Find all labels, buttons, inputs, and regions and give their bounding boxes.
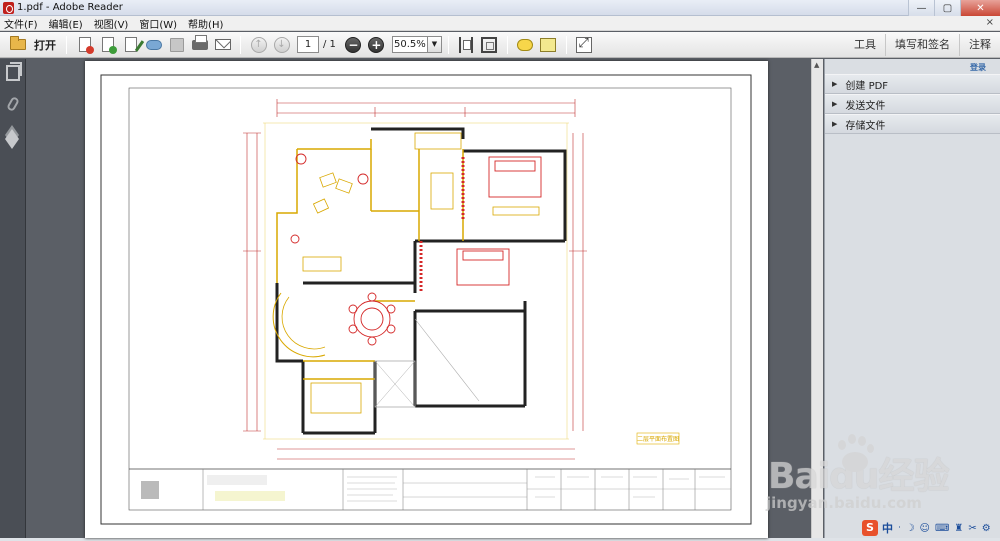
- window-controls: — ▢ ✕: [908, 0, 1000, 16]
- panel-store-file[interactable]: ▶ 存储文件: [825, 114, 1000, 134]
- maximize-button[interactable]: ▢: [934, 0, 960, 16]
- fit-width-button[interactable]: [457, 36, 475, 54]
- plus-icon: +: [368, 36, 385, 53]
- cloud-upload-icon: [145, 39, 162, 50]
- menu-close-document-button[interactable]: ×: [986, 17, 994, 28]
- zoom-in-button[interactable]: +: [367, 36, 385, 54]
- pdf-page: 二层平面布置图: [85, 61, 768, 538]
- panel-item-label: 存储文件: [845, 120, 886, 132]
- full-screen-button[interactable]: [575, 36, 593, 54]
- zoom-out-button[interactable]: −: [344, 36, 362, 54]
- open-button[interactable]: 打开: [6, 34, 60, 56]
- adobe-reader-icon: [3, 2, 14, 14]
- page-total: / 1: [323, 39, 336, 50]
- email-button[interactable]: [214, 36, 232, 54]
- floor-plan-drawing: 二层平面布置图: [100, 74, 752, 525]
- toolbar-separator: [565, 35, 567, 54]
- menu-help[interactable]: 帮助(H): [188, 16, 223, 31]
- print-icon: [191, 34, 208, 50]
- triangle-right-icon: ▶: [832, 100, 838, 108]
- panel-item-label: 创建 PDF: [845, 80, 889, 92]
- toolbar-separator: [447, 35, 449, 54]
- chevron-down-icon[interactable]: ▼: [427, 36, 442, 53]
- paw-logo-icon: [836, 434, 876, 474]
- minimize-button[interactable]: —: [908, 0, 934, 16]
- menu-edit[interactable]: 编辑(E): [49, 16, 83, 31]
- arrow-down-icon: ↓: [273, 36, 290, 53]
- export-pdf-button[interactable]: [99, 36, 117, 54]
- ime-moon-icon[interactable]: ☽: [906, 523, 915, 534]
- navigation-pane: [0, 59, 26, 538]
- toolbar-separator: [506, 35, 508, 54]
- ime-skin-icon[interactable]: ♜: [954, 523, 963, 534]
- ime-toolbar[interactable]: S 中 ᐧ ☽ ☺ ⌨ ♜ ✂ ⚙: [862, 519, 991, 537]
- ime-mode[interactable]: 中: [882, 520, 893, 536]
- next-page-button[interactable]: ↓: [273, 36, 291, 54]
- baidu-watermark: Baidu经验 jingyan.baidu.com: [760, 430, 960, 520]
- adobe-reader-window: 1.pdf - Adobe Reader — ▢ ✕ 文件(F) 编辑(E) 视…: [0, 0, 1000, 538]
- zoom-select[interactable]: 50.5% ▼: [391, 36, 442, 53]
- minus-icon: −: [345, 36, 362, 53]
- attachments-icon[interactable]: [6, 95, 20, 113]
- fit-page-button[interactable]: [480, 36, 498, 54]
- edit-pdf-button[interactable]: [122, 36, 140, 54]
- document-area[interactable]: 二层平面布置图: [27, 59, 823, 538]
- menu-window[interactable]: 窗口(W): [139, 16, 177, 31]
- previous-page-button[interactable]: ↑: [250, 36, 268, 54]
- create-pdf-icon: [78, 37, 94, 54]
- fit-width-icon: [459, 36, 474, 53]
- fill-and-sign-button[interactable]: 填写和签名: [885, 34, 959, 56]
- menu-bar: 文件(F) 编辑(E) 视图(V) 窗口(W) 帮助(H) ×: [0, 16, 1000, 31]
- expand-icon: [576, 36, 593, 53]
- sticky-note-button[interactable]: [516, 36, 534, 54]
- fit-page-icon: [481, 36, 498, 53]
- toolbar-separator: [240, 35, 241, 54]
- email-icon: [214, 39, 231, 50]
- highlight-button[interactable]: [539, 36, 557, 54]
- toolbar-separator: [66, 35, 67, 54]
- sogou-ime-icon[interactable]: S: [862, 520, 878, 536]
- comment-bubble-icon: [517, 38, 534, 51]
- page-number-input[interactable]: 1: [297, 36, 319, 53]
- ime-punct-icon[interactable]: ᐧ: [898, 523, 901, 534]
- create-pdf-button[interactable]: [76, 36, 94, 54]
- tools-button[interactable]: 工具: [845, 34, 885, 56]
- toolbar: 打开 ↑ ↓ 1 / 1 − + 50.5% ▼ 工具 填写和签名 注释: [0, 32, 1000, 58]
- panel-send-file[interactable]: ▶ 发送文件: [825, 94, 1000, 114]
- highlighter-icon: [540, 37, 557, 52]
- title-bar: 1.pdf - Adobe Reader — ▢ ✕: [0, 0, 1000, 16]
- comment-button[interactable]: 注释: [959, 34, 1000, 56]
- triangle-right-icon: ▶: [832, 120, 838, 128]
- edit-pdf-icon: [124, 37, 137, 52]
- close-button[interactable]: ✕: [960, 0, 1000, 16]
- menu-view[interactable]: 视图(V): [94, 16, 129, 31]
- ime-tools-icon[interactable]: ✂: [968, 523, 976, 534]
- print-button[interactable]: [191, 34, 209, 54]
- save-icon: [169, 37, 184, 52]
- open-label: 打开: [34, 38, 56, 52]
- login-link[interactable]: 登录: [970, 62, 986, 73]
- watermark-url: jingyan.baidu.com: [766, 494, 922, 512]
- export-pdf-icon: [101, 37, 117, 54]
- ime-keyboard-icon[interactable]: ⌨: [935, 523, 949, 534]
- window-title: 1.pdf - Adobe Reader: [17, 2, 123, 13]
- arrow-up-icon: ↑: [250, 36, 267, 53]
- layers-icon[interactable]: [6, 129, 20, 145]
- toolbar-right-panel-buttons: 工具 填写和签名 注释: [845, 32, 1000, 58]
- panel-create-pdf[interactable]: ▶ 创建 PDF: [825, 74, 1000, 94]
- folder-icon: [10, 36, 26, 50]
- panel-item-label: 发送文件: [845, 100, 886, 112]
- page-thumbnails-icon[interactable]: [6, 62, 22, 81]
- ime-settings-icon[interactable]: ⚙: [982, 523, 991, 534]
- ime-emoji-icon[interactable]: ☺: [920, 523, 930, 534]
- scroll-up-icon[interactable]: ▲: [814, 61, 819, 69]
- menu-file[interactable]: 文件(F): [4, 16, 38, 31]
- triangle-right-icon: ▶: [832, 80, 838, 88]
- upload-cloud-button[interactable]: [145, 36, 163, 54]
- save-button[interactable]: [168, 36, 186, 54]
- drawing-caption: 二层平面布置图: [637, 435, 679, 443]
- zoom-level-input[interactable]: 50.5%: [391, 36, 428, 53]
